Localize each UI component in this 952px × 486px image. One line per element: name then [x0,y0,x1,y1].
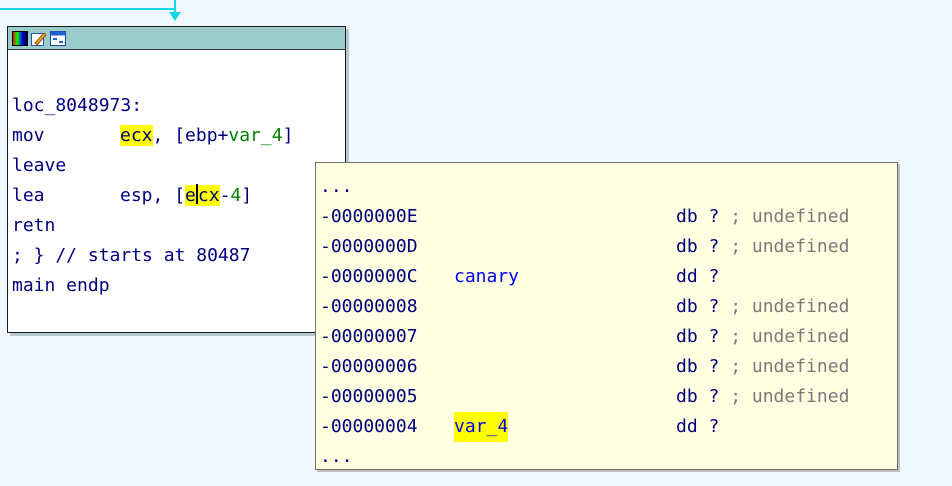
frame-var-type: dd ? [676,416,720,437]
operand-text: - [219,185,231,206]
stack-frame-row: -00000005 db ? ; undefined [318,382,897,412]
stack-frame-row: -0000000D db ? ; undefined [318,232,897,262]
mnemonic: retn [12,215,56,236]
stack-frame-row: -00000004 var_4 dd ? [318,412,897,442]
proc-end-line[interactable]: main endp [12,271,345,301]
frame-var-type: dd ? [676,266,720,287]
edit-node-icon[interactable] [31,31,47,46]
operand-text: ] [241,185,253,206]
frame-comment: ; undefined [719,206,850,227]
graph-edge-line [0,8,176,10]
hint-ellipsis: ... [320,446,353,467]
graph-edge-arrow-icon [169,12,181,21]
register-operand[interactable]: esp [120,185,153,206]
register-highlighted[interactable]: ecx [185,184,220,206]
instruction-line[interactable]: retn [12,211,345,241]
frame-offset: -00000008 [320,296,418,317]
operand-text: , [ebp+ [152,125,229,146]
register-highlighted[interactable]: ecx [120,125,153,146]
stack-frame-row: -0000000C canary dd ? [318,262,897,292]
stack-frame-row: -0000000E db ? ; undefined [318,202,897,232]
number-operand: 4 [230,185,242,206]
node-titlebar[interactable] [8,27,345,50]
frame-var-name-highlighted: var_4 [454,412,509,442]
color-palette-icon[interactable] [12,30,28,46]
code-label[interactable]: loc_8048973: [12,91,345,121]
mnemonic: mov [12,125,45,146]
stack-frame-row: -00000006 db ? ; undefined [318,352,897,382]
register-prefix: e [185,185,196,206]
operand-text: , [ [152,185,186,206]
frame-comment: ; undefined [719,236,850,257]
mnemonic: leave [12,155,67,176]
frame-comment: ; undefined [719,356,850,377]
stack-var-operand[interactable]: var_4 [228,125,282,146]
frame-var-name: canary [454,266,520,287]
stack-frame-row: -00000008 db ? ; undefined [318,292,897,322]
graph-node[interactable]: loc_8048973: mov ecx, [ebp+var_4] leave l… [7,26,346,333]
frame-offset: -00000007 [320,326,418,347]
hint-ellipsis: ... [320,176,353,197]
graph-edge-line [174,0,176,12]
frame-comment: ; undefined [719,386,850,407]
mnemonic: lea [12,185,45,206]
frame-offset: -00000004 [320,416,418,437]
frame-offset: -0000000E [320,206,418,227]
code-comment[interactable]: ; } // starts at 80487 [12,241,345,271]
disassembly-listing[interactable]: loc_8048973: mov ecx, [ebp+var_4] leave l… [8,50,345,301]
frame-comment: ; undefined [719,296,850,317]
frame-var-type: db ? ; undefined [676,206,850,227]
frame-offset: -00000006 [320,356,418,377]
instruction-line[interactable]: mov ecx, [ebp+var_4] [12,121,345,151]
register-suffix: cx [197,185,220,206]
frame-offset: -00000005 [320,386,418,407]
frame-var-type: db ? ; undefined [676,326,850,347]
frame-var-type: db ? ; undefined [676,386,850,407]
stack-frame-hint-tooltip: ... -0000000E db ? ; undefined -0000000D d… [315,162,898,470]
frame-var-type: db ? ; undefined [676,356,850,377]
instruction-line[interactable]: lea esp, [e cx-4] [12,181,345,211]
frame-comment: ; undefined [719,326,850,347]
frame-var-type: db ? ; undefined [676,296,850,317]
frame-offset: -0000000C [320,266,418,287]
instruction-line[interactable]: leave [12,151,345,181]
frame-offset: -0000000D [320,236,418,257]
stack-frame-row: -00000007 db ? ; undefined [318,322,897,352]
frame-var-type: db ? ; undefined [676,236,850,257]
graph-view-icon[interactable] [50,30,66,46]
operand-text: ] [282,125,294,146]
